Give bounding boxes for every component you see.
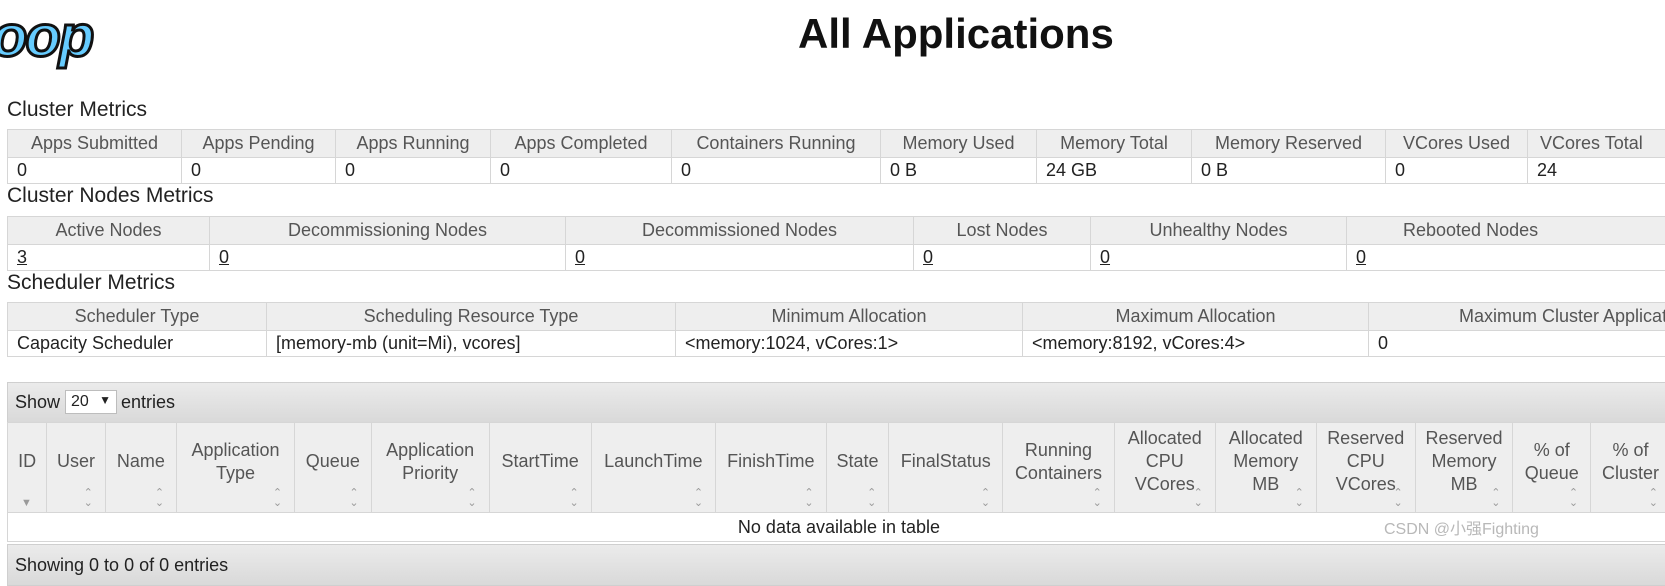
scheduler-metrics-table: Scheduler Type Scheduling Resource Type …	[7, 302, 1665, 357]
header-containers-running: Containers Running	[672, 130, 881, 158]
header-unhealthy-nodes: Unhealthy Nodes	[1091, 217, 1347, 245]
sort-icon: ⌃⌄	[349, 488, 358, 508]
entries-per-page-value: 20	[71, 393, 89, 411]
sort-icon: ⌃⌄	[981, 488, 990, 508]
sort-icon: ⌃⌄	[1393, 488, 1402, 508]
apps-table-toolbar: Show 20 ▼ entries	[7, 382, 1665, 423]
column-header-reserved-memory-mb[interactable]: Reserved Memory MB⌃⌄	[1415, 423, 1513, 513]
cluster-metrics-table: Apps Submitted Apps Pending Apps Running…	[7, 129, 1665, 184]
header-memory-total: Memory Total	[1037, 130, 1192, 158]
entries-label: entries	[121, 392, 175, 413]
table-info: Showing 0 to 0 of 0 entries	[15, 555, 228, 576]
scheduler-metrics-title: Scheduler Metrics	[7, 271, 175, 295]
sort-icon: ⌃⌄	[1194, 488, 1203, 508]
column-header-finish-time[interactable]: FinishTime⌃⌄	[716, 423, 827, 513]
decommissioning-nodes-link[interactable]: 0	[219, 247, 229, 267]
watermark: CSDN @小强Fighting	[1384, 515, 1539, 539]
sort-icon: ⌃⌄	[569, 488, 578, 508]
sort-icon: ⌃⌄	[155, 488, 164, 508]
header-apps-submitted: Apps Submitted	[8, 130, 182, 158]
column-header-start-time[interactable]: StartTime⌃⌄	[489, 423, 591, 513]
header-vcores-used: VCores Used	[1386, 130, 1528, 158]
value-scheduler-type: Capacity Scheduler	[8, 331, 267, 357]
value-minimum-allocation: <memory:1024, vCores:1>	[676, 331, 1023, 357]
column-header-percent-of-cluster[interactable]: % of Cluster⌃⌄	[1591, 423, 1665, 513]
header-active-nodes: Active Nodes	[8, 217, 210, 245]
entries-per-page-select[interactable]: 20 ▼	[65, 390, 117, 414]
header-scheduling-resource-type: Scheduling Resource Type	[267, 303, 676, 331]
sort-icon: ⌃⌄	[467, 488, 476, 508]
column-header-application-priority[interactable]: Application Priority⌃⌄	[371, 423, 489, 513]
header-decommissioned-nodes: Decommissioned Nodes	[566, 217, 914, 245]
value-maximum-cluster-application-priority: 0	[1369, 331, 1665, 357]
column-header-final-status[interactable]: FinalStatus⌃⌄	[889, 423, 1003, 513]
column-header-name[interactable]: Name⌃⌄	[105, 423, 176, 513]
sort-icon: ⌃⌄	[1295, 488, 1304, 508]
column-header-reserved-cpu-vcores[interactable]: Reserved CPU VCores⌃⌄	[1316, 423, 1415, 513]
value-memory-reserved: 0 B	[1192, 158, 1386, 184]
value-scheduling-resource-type: [memory-mb (unit=Mi), vcores]	[267, 331, 676, 357]
header-lost-nodes: Lost Nodes	[914, 217, 1091, 245]
column-header-queue[interactable]: Queue⌃⌄	[295, 423, 372, 513]
rebooted-nodes-link[interactable]: 0	[1356, 247, 1366, 267]
value-memory-used: 0 B	[881, 158, 1037, 184]
value-apps-running: 0	[336, 158, 491, 184]
value-apps-completed: 0	[491, 158, 672, 184]
unhealthy-nodes-link[interactable]: 0	[1100, 247, 1110, 267]
chevron-down-icon: ▼	[99, 393, 111, 407]
lost-nodes-link[interactable]: 0	[923, 247, 933, 267]
column-header-id[interactable]: ID▼	[8, 423, 47, 513]
sort-icon: ⌃⌄	[1491, 488, 1500, 508]
show-label: Show	[15, 392, 60, 413]
decommissioned-nodes-link[interactable]: 0	[575, 247, 585, 267]
header-apps-completed: Apps Completed	[491, 130, 672, 158]
value-vcores-total: 24	[1528, 158, 1665, 184]
sort-desc-icon: ▼	[21, 498, 32, 508]
header-apps-pending: Apps Pending	[182, 130, 336, 158]
cluster-nodes-metrics-table: Active Nodes Decommissioning Nodes Decom…	[7, 216, 1665, 271]
cluster-nodes-metrics-title: Cluster Nodes Metrics	[7, 184, 214, 208]
sort-icon: ⌃⌄	[84, 488, 93, 508]
header-vcores-total: VCores Total	[1528, 130, 1665, 158]
active-nodes-link[interactable]: 3	[17, 247, 27, 267]
column-header-launch-time[interactable]: LaunchTime⌃⌄	[591, 423, 715, 513]
column-header-percent-of-queue[interactable]: % of Queue⌃⌄	[1513, 423, 1591, 513]
svg-text:oop: oop	[0, 4, 93, 69]
header-maximum-allocation: Maximum Allocation	[1023, 303, 1369, 331]
value-maximum-allocation: <memory:8192, vCores:4>	[1023, 331, 1369, 357]
value-memory-total: 24 GB	[1037, 158, 1192, 184]
value-apps-submitted: 0	[8, 158, 182, 184]
header-minimum-allocation: Minimum Allocation	[676, 303, 1023, 331]
value-vcores-used: 0	[1386, 158, 1528, 184]
header-maximum-cluster-application-priority: Maximum Cluster Application Priority	[1369, 303, 1665, 331]
header-memory-used: Memory Used	[881, 130, 1037, 158]
column-header-running-containers[interactable]: Running Containers⌃⌄	[1003, 423, 1115, 513]
column-header-allocated-cpu-vcores[interactable]: Allocated CPU VCores⌃⌄	[1114, 423, 1215, 513]
apps-table-footer: Showing 0 to 0 of 0 entries	[7, 544, 1665, 586]
header-apps-running: Apps Running	[336, 130, 491, 158]
sort-icon: ⌃⌄	[867, 488, 876, 508]
page-title: All Applications	[798, 10, 1114, 58]
sort-icon: ⌃⌄	[804, 488, 813, 508]
value-containers-running: 0	[672, 158, 881, 184]
header-rebooted-nodes: Rebooted Nodes	[1347, 217, 1665, 245]
column-header-state[interactable]: State⌃⌄	[826, 423, 889, 513]
value-apps-pending: 0	[182, 158, 336, 184]
hadoop-logo: oop	[0, 4, 138, 74]
sort-icon: ⌃⌄	[1093, 488, 1102, 508]
header-scheduler-type: Scheduler Type	[8, 303, 267, 331]
sort-icon: ⌃⌄	[1649, 488, 1658, 508]
cluster-metrics-title: Cluster Metrics	[7, 98, 147, 122]
sort-icon: ⌃⌄	[694, 488, 703, 508]
header-memory-reserved: Memory Reserved	[1192, 130, 1386, 158]
sort-icon: ⌃⌄	[273, 488, 282, 508]
column-header-user[interactable]: User⌃⌄	[47, 423, 105, 513]
header-decommissioning-nodes: Decommissioning Nodes	[210, 217, 566, 245]
column-header-allocated-memory-mb[interactable]: Allocated Memory MB⌃⌄	[1215, 423, 1316, 513]
sort-icon: ⌃⌄	[1569, 488, 1578, 508]
column-header-application-type[interactable]: Application Type⌃⌄	[177, 423, 295, 513]
